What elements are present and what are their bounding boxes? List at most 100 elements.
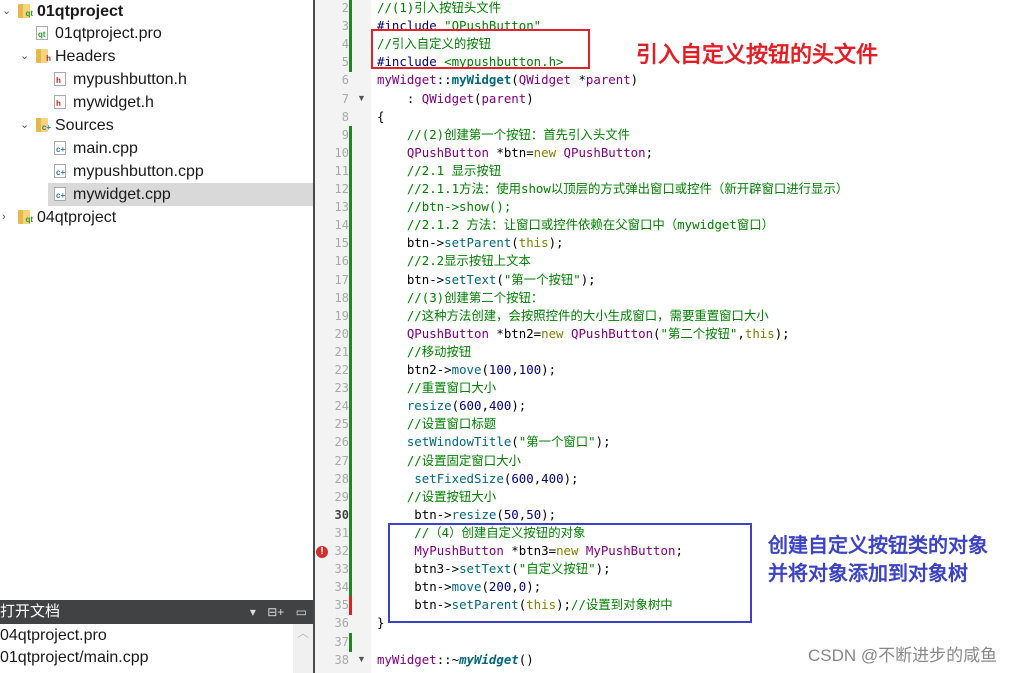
code-line[interactable]: QPushButton *btn2=new QPushButton("第二个按钮…	[377, 325, 790, 343]
tree-item-label: Sources	[55, 117, 114, 134]
headers-folder-icon: h	[36, 49, 51, 63]
code-line[interactable]: //移动按钮	[377, 343, 472, 361]
tree-item[interactable]: h mywidget.h	[0, 91, 313, 114]
code-token: ::~	[436, 651, 460, 667]
chevron-right-icon[interactable]: ›	[2, 206, 6, 229]
code-line[interactable]: myWidget::~myWidget()	[377, 651, 534, 669]
code-token: "第一个按钮"	[503, 271, 581, 287]
line-number: 17	[334, 272, 349, 287]
code-token: parent	[481, 90, 527, 106]
scroll-up-arrow[interactable]: ︿	[293, 624, 313, 673]
code-token: ::	[436, 72, 452, 88]
open-document-item[interactable]: 04qtproject.pro	[0, 625, 107, 647]
code-line[interactable]: }	[377, 614, 384, 632]
code-token: (	[496, 506, 504, 522]
tree-item[interactable]: ⌄ h Headers	[0, 45, 313, 68]
tree-item[interactable]: c+ main.cpp	[0, 137, 313, 160]
tree-item[interactable]: › qt 04qtproject	[0, 206, 313, 229]
code-line[interactable]: //(1)引入按钮头文件	[377, 0, 501, 17]
fold-arrow-icon[interactable]: ▼	[357, 654, 366, 664]
open-document-item[interactable]: 01qtproject/main.cpp	[0, 647, 149, 669]
chevron-down-icon[interactable]: ⌄	[20, 114, 29, 137]
changed-line-marker	[349, 342, 352, 362]
code-token: //设置窗口标题	[377, 416, 497, 432]
changed-line-marker	[349, 523, 352, 543]
code-line[interactable]: //设置固定窗口大小	[377, 452, 521, 470]
tree-item[interactable]: c+ mywidget.cpp	[48, 183, 313, 206]
code-token: //设置固定窗口大小	[377, 452, 521, 468]
code-token: );	[774, 325, 790, 341]
modified-line-marker	[349, 596, 352, 616]
code-line[interactable]: //btn->show();	[377, 198, 511, 216]
changed-line-marker	[349, 125, 352, 145]
code-token: {	[377, 108, 385, 124]
code-line[interactable]: setWindowTitle("第一个窗口");	[377, 433, 611, 451]
code-line[interactable]: //2.1 显示按钮	[377, 162, 501, 180]
code-line[interactable]: myWidget::myWidget(QWidget *parent)	[377, 71, 638, 89]
annotation-blue: 创建自定义按钮类的对象 并将对象添加到对象树	[768, 532, 988, 588]
code-line[interactable]: //(3)创建第二个按钮：	[377, 289, 543, 307]
code-token: //(1)引入按钮头文件	[377, 0, 502, 15]
code-line[interactable]: //设置窗口标题	[377, 415, 496, 433]
chevron-down-icon[interactable]: ⌄	[20, 45, 29, 68]
code-token: :	[377, 90, 422, 106]
tree-item[interactable]: c+ mypushbutton.cpp	[0, 160, 313, 183]
tree-item[interactable]: ⌄ qt 01qtproject	[0, 0, 313, 23]
code-line[interactable]: setFixedSize(600,400);	[377, 470, 578, 488]
tree-item-label: main.cpp	[73, 140, 138, 157]
changed-line-marker	[349, 361, 352, 380]
changed-line-marker	[349, 252, 352, 272]
code-line[interactable]: //这种方法创建，会按照控件的大小生成窗口，需要重置窗口大小	[377, 307, 769, 325]
code-token: QWidget	[518, 72, 571, 88]
code-line[interactable]: //2.1.1方法：使用show以顶层的方式弹出窗口或控件（新开辟窗口进行显示）	[377, 180, 848, 198]
tree-item-label: mypushbutton.cpp	[73, 163, 204, 180]
code-line[interactable]: //重置窗口大小	[377, 379, 496, 397]
changed-line-marker	[349, 306, 352, 326]
line-number: 8	[341, 109, 349, 124]
tree-item[interactable]: ⌄ c+ Sources	[0, 114, 313, 137]
code-line[interactable]: //(2)创建第一个按钮：首先引入头文件	[377, 126, 630, 144]
code-line[interactable]: {	[377, 108, 384, 126]
fold-arrow-icon[interactable]: ▼	[357, 93, 366, 103]
code-line[interactable]: //设置按钮大小	[377, 488, 496, 506]
line-number: 29	[334, 489, 349, 504]
split-icon[interactable]: ⊟+	[267, 605, 284, 619]
code-token: //2.2显示按钮上文本	[377, 253, 531, 269]
line-number: 15	[334, 236, 349, 251]
code-token: }	[377, 615, 385, 631]
code-line[interactable]: //2.1.2 方法：让窗口或控件依赖在父窗口中（mywidget窗口）	[377, 216, 774, 234]
tree-item[interactable]: qt 01qtproject.pro	[0, 22, 313, 45]
code-line[interactable]: btn2->move(100,100);	[377, 361, 556, 379]
code-line[interactable]: QPushButton *btn=new QPushButton;	[377, 144, 653, 162]
cpp-file-icon: c+	[54, 141, 66, 155]
code-token: )	[526, 90, 534, 106]
line-number: 2	[341, 1, 349, 15]
code-token: //btn->show();	[377, 199, 512, 215]
changed-line-marker	[349, 578, 352, 598]
code-line[interactable]: btn->setText("第一个按钮");	[377, 271, 596, 289]
code-token: ,	[737, 325, 745, 341]
code-line[interactable]: btn->resize(50,50);	[377, 506, 556, 524]
line-number: 34	[334, 580, 349, 595]
close-panel-icon[interactable]: ▭	[296, 605, 307, 619]
tree-item[interactable]: h mypushbutton.h	[0, 68, 313, 91]
code-token: //这种方法创建，会按照控件的大小生成窗口，需要重置窗口大小	[377, 307, 769, 323]
code-line[interactable]: //2.2显示按钮上文本	[377, 252, 531, 270]
dropdown-icon[interactable]: ▾	[250, 605, 256, 619]
code-line[interactable]: : QWidget(parent)	[377, 90, 534, 108]
code-token: );	[580, 271, 596, 287]
code-token: setText	[444, 271, 497, 287]
chevron-down-icon[interactable]: ⌄	[2, 0, 11, 23]
line-number: 31	[334, 525, 349, 540]
line-number: 16	[334, 254, 349, 269]
annotation-red: 引入自定义按钮的头文件	[636, 42, 879, 67]
code-token: QPushButton	[406, 325, 489, 341]
code-token: "第二个按钮"	[660, 325, 738, 341]
code-token: btn->	[377, 235, 445, 251]
code-token: 600	[459, 398, 482, 414]
error-icon[interactable]: !	[316, 546, 328, 558]
code-line[interactable]: resize(600,400);	[377, 397, 526, 415]
code-line[interactable]: btn->setParent(this);	[377, 234, 564, 252]
